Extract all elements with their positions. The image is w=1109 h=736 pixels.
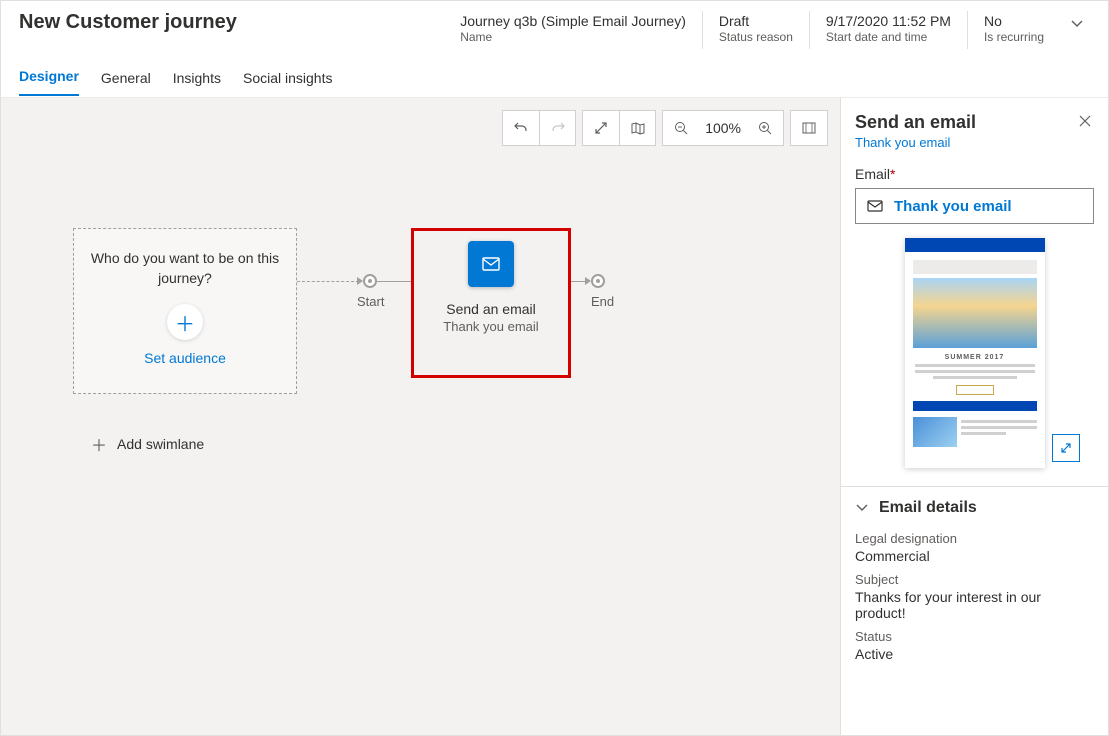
detail-label: Status — [855, 629, 1094, 644]
preview-expand-button[interactable] — [1052, 434, 1080, 462]
zoom-out-icon — [673, 120, 689, 136]
page-title: New Customer journey — [19, 11, 444, 34]
fullscreen-icon — [801, 120, 817, 136]
email-field-label: Email* — [855, 166, 1094, 182]
connector — [297, 281, 359, 282]
expand-arrows-icon — [593, 120, 609, 136]
end-label: End — [591, 294, 614, 309]
email-tile-icon — [468, 241, 514, 287]
meta-label: Start date and time — [826, 30, 951, 44]
meta-start-date[interactable]: 9/17/2020 11:52 PM Start date and time — [809, 11, 967, 49]
panel-email-link[interactable]: Thank you email — [855, 135, 950, 150]
email-preview-thumbnail[interactable]: SUMMER 2017 — [905, 238, 1045, 468]
zoom-level: 100% — [699, 120, 747, 136]
plus-icon: ＋ — [91, 432, 107, 456]
expand-icon — [1059, 441, 1073, 455]
map-icon — [630, 120, 646, 136]
meta-value: No — [984, 13, 1044, 29]
tab-bar: Designer General Insights Social insight… — [1, 55, 1108, 97]
add-swimlane-label: Add swimlane — [117, 436, 204, 452]
tile-send-email[interactable]: Send an email Thank you email — [411, 228, 571, 378]
detail-value: Active — [855, 646, 1094, 662]
add-audience-button[interactable]: ＋ — [167, 304, 203, 340]
email-details-heading: Email details — [879, 499, 977, 517]
undo-button[interactable] — [503, 111, 539, 145]
meta-value: Journey q3b (Simple Email Journey) — [460, 13, 686, 29]
redo-button[interactable] — [539, 111, 575, 145]
meta-status-reason[interactable]: Draft Status reason — [702, 11, 809, 49]
chevron-down-icon — [1070, 17, 1084, 31]
tile-title: Send an email — [414, 301, 568, 317]
zoom-out-button[interactable] — [663, 111, 699, 145]
meta-name[interactable]: Journey q3b (Simple Email Journey) Name — [444, 11, 702, 49]
start-label: Start — [357, 294, 384, 309]
email-details-toggle[interactable]: Email details — [855, 487, 1094, 523]
minimap-button[interactable] — [619, 111, 655, 145]
zoom-in-button[interactable] — [747, 111, 783, 145]
panel-close-button[interactable] — [1076, 112, 1094, 130]
panel-title: Send an email — [855, 112, 1076, 133]
redo-icon — [550, 120, 566, 136]
audience-placeholder[interactable]: Who do you want to be on this journey? ＋… — [73, 228, 297, 394]
canvas-toolbar: 100% — [502, 110, 828, 146]
preview-heading: SUMMER 2017 — [905, 354, 1045, 361]
set-audience-link[interactable]: Set audience — [90, 350, 280, 366]
detail-value: Thanks for your interest in our product! — [855, 589, 1094, 621]
chevron-down-icon — [855, 501, 869, 515]
zoom-in-icon — [757, 120, 773, 136]
detail-value: Commercial — [855, 548, 1094, 564]
audience-question: Who do you want to be on this journey? — [90, 249, 280, 288]
tab-insights[interactable]: Insights — [173, 70, 221, 96]
meta-value: Draft — [719, 13, 793, 29]
mail-icon — [866, 197, 884, 215]
detail-label: Legal designation — [855, 531, 1094, 546]
email-lookup-field[interactable]: Thank you email — [855, 188, 1094, 224]
fit-button[interactable] — [583, 111, 619, 145]
start-node[interactable] — [363, 274, 377, 288]
undo-icon — [513, 120, 529, 136]
tab-general[interactable]: General — [101, 70, 151, 96]
end-node[interactable] — [591, 274, 605, 288]
header-meta: Journey q3b (Simple Email Journey) Name … — [444, 11, 1060, 49]
header-expand-button[interactable] — [1064, 11, 1090, 37]
fullscreen-button[interactable] — [791, 111, 827, 145]
add-swimlane-button[interactable]: ＋ Add swimlane — [91, 432, 204, 456]
mail-icon — [480, 253, 502, 275]
meta-recurring[interactable]: No Is recurring — [967, 11, 1060, 49]
meta-value: 9/17/2020 11:52 PM — [826, 13, 951, 29]
meta-label: Is recurring — [984, 30, 1044, 44]
close-icon — [1078, 114, 1092, 128]
meta-label: Status reason — [719, 30, 793, 44]
detail-subject: Subject Thanks for your interest in our … — [855, 564, 1094, 621]
properties-panel: Send an email Thank you email Email* Tha… — [840, 97, 1108, 735]
email-lookup-value: Thank you email — [894, 198, 1012, 215]
detail-legal-designation: Legal designation Commercial — [855, 523, 1094, 564]
detail-status: Status Active — [855, 621, 1094, 662]
designer-canvas[interactable]: 100% Who do you want to be on this journ… — [1, 97, 840, 735]
tab-designer[interactable]: Designer — [19, 68, 79, 96]
tab-social-insights[interactable]: Social insights — [243, 70, 333, 96]
plus-icon: ＋ — [175, 308, 195, 337]
tile-subtitle: Thank you email — [414, 319, 568, 334]
detail-label: Subject — [855, 572, 1094, 587]
meta-label: Name — [460, 30, 686, 44]
